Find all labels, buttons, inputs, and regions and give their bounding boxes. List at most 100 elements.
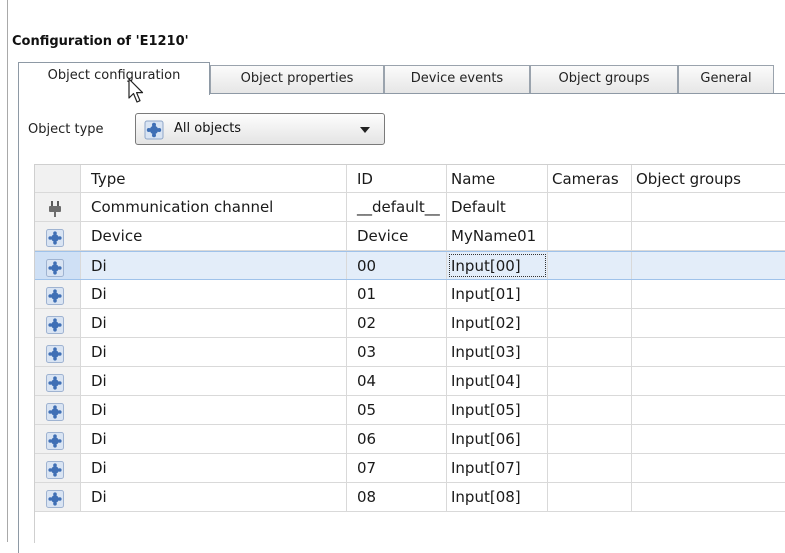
cell-id: 04: [347, 367, 447, 395]
table-row[interactable]: Di 00 Input[00]: [35, 251, 785, 280]
cell-type: Device: [81, 222, 347, 250]
column-header-id[interactable]: ID: [347, 165, 447, 192]
cell-type: Di: [81, 338, 347, 366]
cell-object-groups: [632, 222, 785, 250]
cell-name[interactable]: Input[05]: [447, 396, 548, 424]
column-header-name[interactable]: Name: [447, 165, 548, 192]
cell-cameras: [548, 309, 632, 337]
tab-object-configuration[interactable]: Object configuration: [18, 62, 210, 95]
cell-object-groups: [632, 454, 785, 482]
tab-device-events[interactable]: Device events: [384, 65, 530, 93]
cell-object-groups: [632, 396, 785, 424]
row-icon-cell: [35, 367, 81, 395]
cell-type: Di: [81, 309, 347, 337]
cell-name[interactable]: Input[06]: [447, 425, 548, 453]
object-type-label: Object type: [28, 122, 104, 137]
object-type-select[interactable]: All objects: [135, 113, 385, 145]
puzzle-icon: [46, 489, 64, 508]
header-icon-column: [35, 165, 81, 192]
cell-type: Communication channel: [81, 193, 347, 221]
cell-object-groups: [632, 338, 785, 366]
tab-general[interactable]: General: [678, 65, 774, 93]
cell-object-groups: [632, 280, 785, 308]
cell-name[interactable]: Input[07]: [447, 454, 548, 482]
cell-name[interactable]: Default: [447, 193, 548, 221]
cell-name[interactable]: Input[03]: [447, 338, 548, 366]
cell-type: Di: [81, 396, 347, 424]
cell-object-groups: [632, 252, 785, 279]
cell-object-groups: [632, 483, 785, 511]
table-row[interactable]: Di 02 Input[02]: [35, 309, 785, 338]
table-row[interactable]: Di 06 Input[06]: [35, 425, 785, 454]
cell-id: 05: [347, 396, 447, 424]
puzzle-icon: [46, 258, 64, 277]
puzzle-icon: [46, 228, 64, 247]
puzzle-icon: [46, 373, 64, 392]
cell-id: 03: [347, 338, 447, 366]
cell-name[interactable]: Input[01]: [447, 280, 548, 308]
cell-name[interactable]: Input[08]: [447, 483, 548, 511]
window-left-border: [7, 0, 8, 542]
cell-cameras: [548, 222, 632, 250]
cell-name[interactable]: Input[04]: [447, 367, 548, 395]
mouse-pointer-icon: [128, 78, 144, 103]
table-header-row: Type ID Name Cameras Object groups: [35, 165, 785, 193]
cell-cameras: [548, 252, 632, 279]
cell-name[interactable]: MyName01: [447, 222, 548, 250]
table-row[interactable]: Device Device MyName01: [35, 222, 785, 251]
cell-type: Di: [81, 367, 347, 395]
table-row[interactable]: Di 08 Input[08]: [35, 483, 785, 512]
cell-type: Di: [81, 483, 347, 511]
cell-type: Di: [81, 280, 347, 308]
tab-object-properties[interactable]: Object properties: [210, 65, 384, 93]
cell-id: 06: [347, 425, 447, 453]
table-row[interactable]: Di 07 Input[07]: [35, 454, 785, 483]
puzzle-icon: [46, 402, 64, 421]
cell-type: Di: [81, 425, 347, 453]
row-icon-cell: [35, 222, 81, 250]
cell-cameras: [548, 193, 632, 221]
row-icon-cell: [35, 338, 81, 366]
cell-cameras: [548, 425, 632, 453]
cell-type: Di: [81, 454, 347, 482]
cell-id: __default__: [347, 193, 447, 221]
cell-object-groups: [632, 367, 785, 395]
cell-id: 07: [347, 454, 447, 482]
puzzle-icon: [144, 120, 164, 140]
row-icon-cell: [35, 425, 81, 453]
table-row[interactable]: Di 04 Input[04]: [35, 367, 785, 396]
row-icon-cell: [35, 483, 81, 511]
puzzle-icon: [46, 344, 64, 363]
column-header-object-groups[interactable]: Object groups: [632, 165, 785, 192]
table-row[interactable]: Communication channel __default__ Default: [35, 193, 785, 222]
cell-cameras: [548, 483, 632, 511]
cell-object-groups: [632, 193, 785, 221]
puzzle-icon: [46, 431, 64, 450]
cell-type: Di: [81, 252, 347, 279]
cell-cameras: [548, 338, 632, 366]
tab-object-groups[interactable]: Object groups: [530, 65, 678, 93]
table-row[interactable]: Di 05 Input[05]: [35, 396, 785, 425]
cell-cameras: [548, 454, 632, 482]
puzzle-icon: [46, 315, 64, 334]
page-title: Configuration of 'E1210': [12, 34, 189, 49]
cell-id: 08: [347, 483, 447, 511]
plug-icon: [46, 199, 64, 217]
cell-name[interactable]: Input[00]: [447, 252, 548, 279]
object-type-selected-value: All objects: [174, 121, 242, 136]
row-icon-cell: [35, 309, 81, 337]
cell-cameras: [548, 367, 632, 395]
row-icon-cell: [35, 280, 81, 308]
cell-cameras: [548, 280, 632, 308]
cell-name[interactable]: Input[02]: [447, 309, 548, 337]
puzzle-icon: [46, 286, 64, 305]
column-header-cameras[interactable]: Cameras: [548, 165, 632, 192]
chevron-down-icon: [360, 127, 370, 133]
table-row[interactable]: Di 03 Input[03]: [35, 338, 785, 367]
row-icon-cell: [35, 252, 81, 279]
puzzle-icon: [46, 460, 64, 479]
column-header-type[interactable]: Type: [81, 165, 347, 192]
row-icon-cell: [35, 396, 81, 424]
row-icon-cell: [35, 193, 81, 221]
table-row[interactable]: Di 01 Input[01]: [35, 280, 785, 309]
